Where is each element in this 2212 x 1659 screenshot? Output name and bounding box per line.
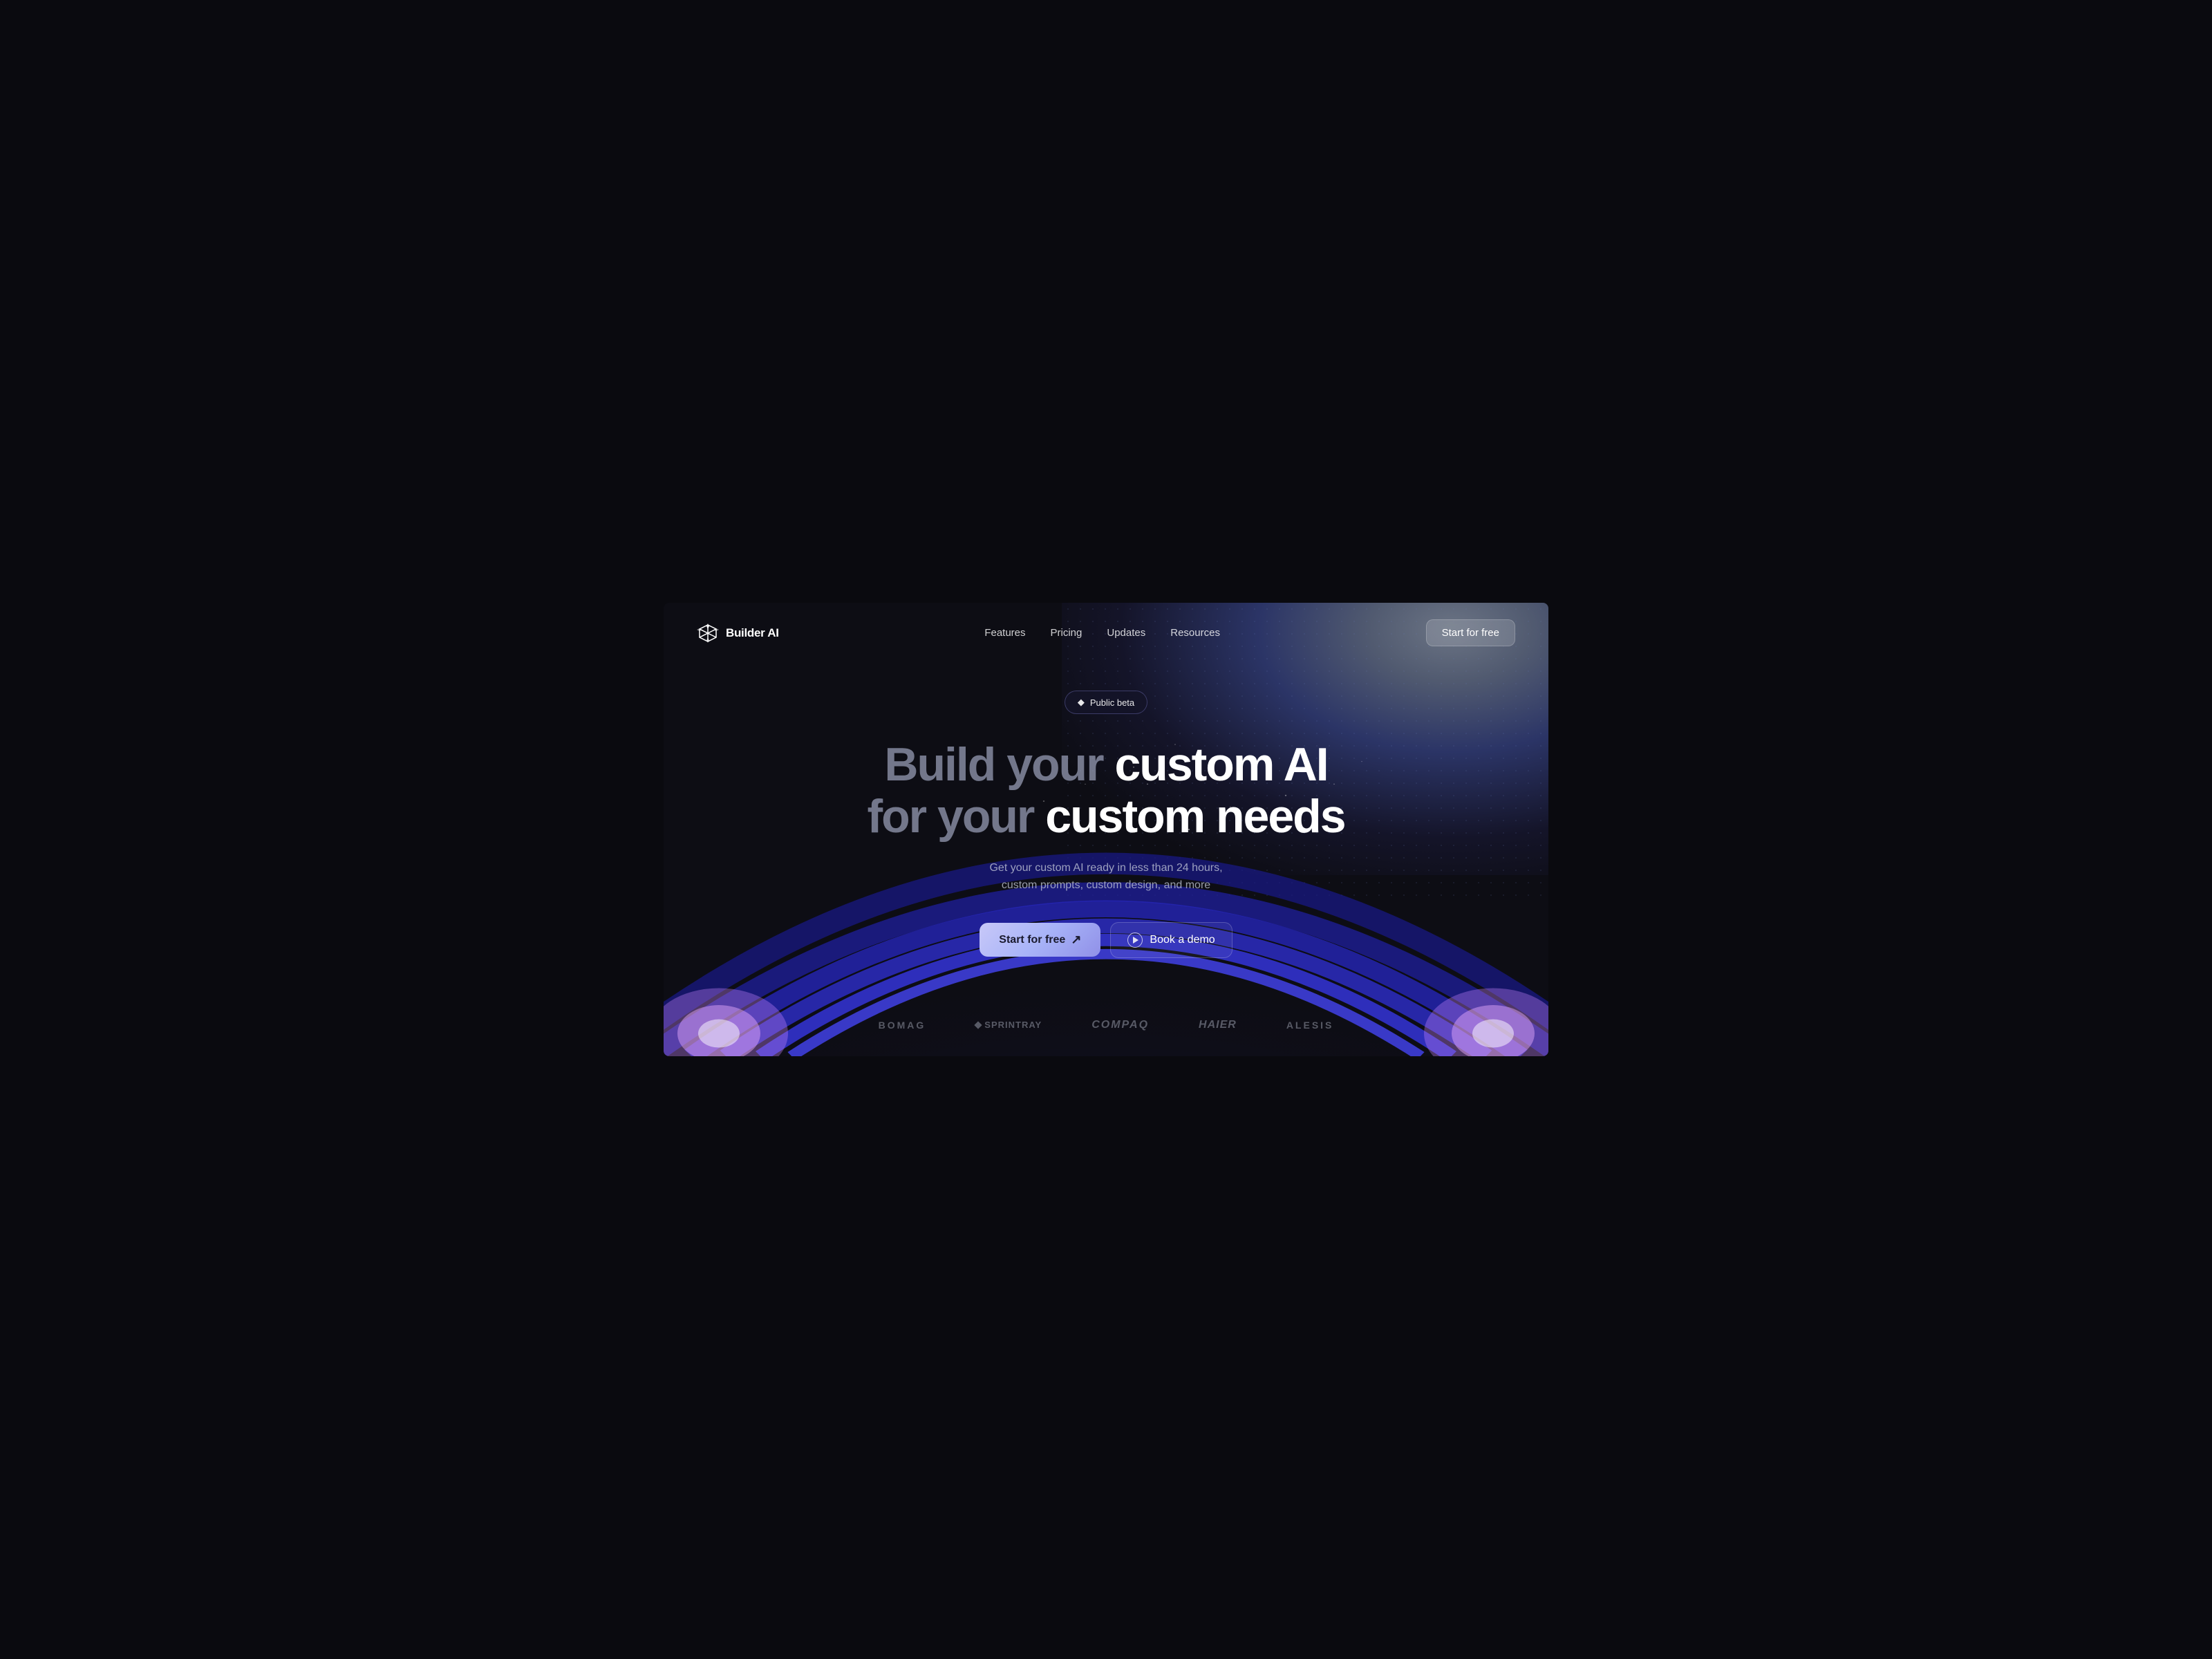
logo-sprintray: SprintRay: [975, 1020, 1042, 1030]
nav-item-pricing[interactable]: Pricing: [1051, 627, 1082, 639]
headline-custom-ai: custom AI: [1114, 738, 1327, 791]
headline-build-your: Build your: [884, 738, 1103, 791]
play-triangle: [1133, 937, 1138, 944]
logos-bar: BOMAG SprintRay COMPAQ Haier ALESIS: [664, 1000, 1548, 1056]
btn-secondary-label: Book a demo: [1150, 934, 1215, 946]
logo-bomag: BOMAG: [879, 1020, 926, 1031]
arrow-icon: ↗: [1071, 932, 1081, 947]
nav-links: Features Pricing Updates Resources: [984, 627, 1220, 639]
sprintray-diamond-icon: [975, 1021, 982, 1029]
hero-buttons: Start for free ↗ Book a demo: [980, 922, 1232, 958]
hero-section: ◆ Public beta Build your custom AI for y…: [664, 663, 1548, 1000]
logo-compaq: COMPAQ: [1091, 1019, 1149, 1031]
hero-book-demo-button[interactable]: Book a demo: [1110, 922, 1232, 958]
nav-start-free-button[interactable]: Start for free: [1426, 619, 1515, 646]
badge-text: Public beta: [1090, 697, 1134, 708]
builder-ai-logo-icon: [697, 622, 719, 644]
nav-item-updates[interactable]: Updates: [1107, 627, 1145, 639]
headline-for-your: for your: [867, 790, 1033, 843]
logo-text: Builder AI: [726, 626, 779, 640]
btn-primary-label: Start for free: [999, 934, 1065, 946]
hero-headline: Build your custom AI for your custom nee…: [867, 739, 1344, 843]
nav-item-features[interactable]: Features: [984, 627, 1025, 639]
logo-alesis: ALESIS: [1286, 1020, 1334, 1031]
beta-badge[interactable]: ◆ Public beta: [1065, 691, 1147, 714]
page-wrapper: Builder AI Features Pricing Updates Reso…: [664, 603, 1548, 1056]
headline-custom-needs: custom needs: [1045, 790, 1344, 843]
logo-area[interactable]: Builder AI: [697, 622, 779, 644]
nav-item-resources[interactable]: Resources: [1170, 627, 1220, 639]
logo-haier: Haier: [1199, 1019, 1237, 1031]
play-icon: [1127, 932, 1143, 948]
hero-subtext: Get your custom AI ready in less than 24…: [975, 859, 1237, 894]
hero-start-free-button[interactable]: Start for free ↗: [980, 923, 1100, 957]
badge-icon: ◆: [1078, 697, 1085, 708]
navbar: Builder AI Features Pricing Updates Reso…: [664, 603, 1548, 663]
